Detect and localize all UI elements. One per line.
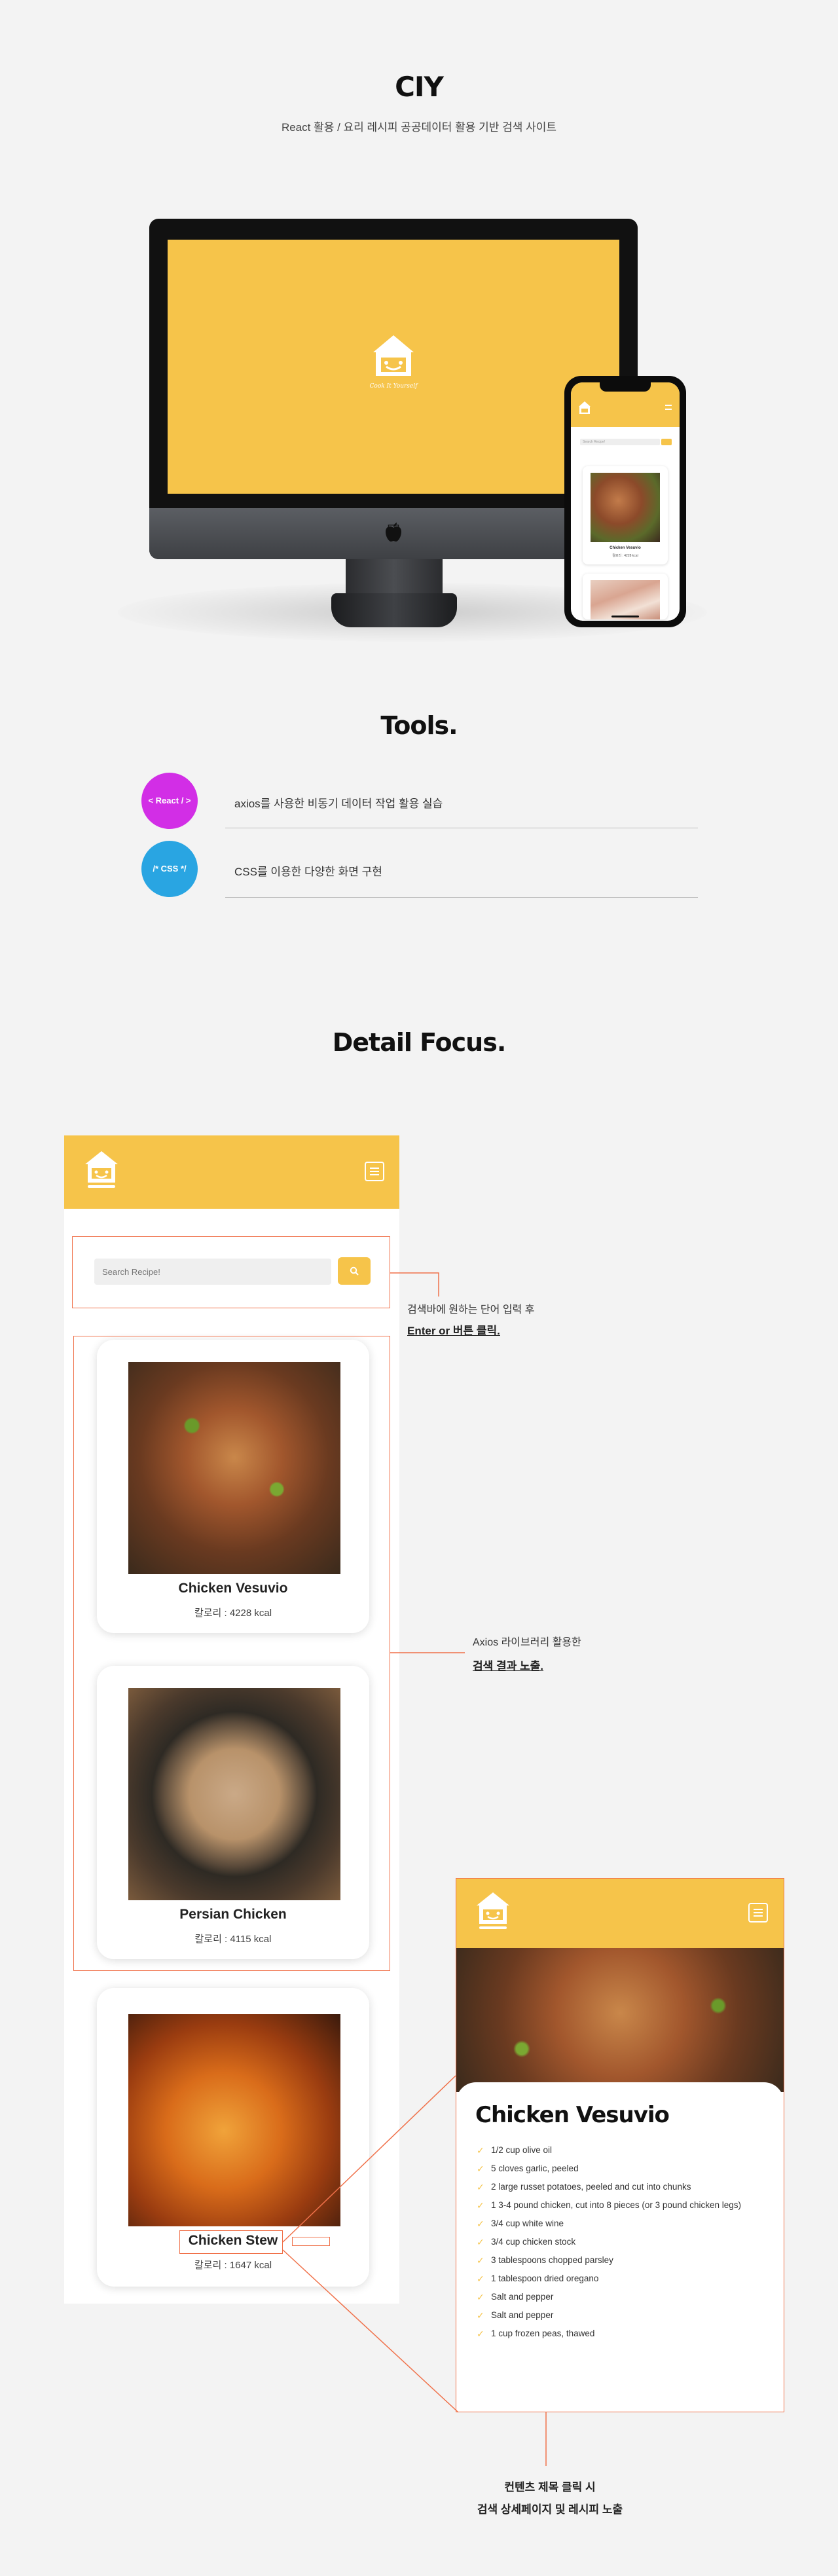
annotation-connectors <box>282 1272 547 2466</box>
annotation-results-strong: 검색 결과 노출. <box>473 1660 544 1672</box>
annotation-detail: 컨텐츠 제목 클릭 시 <box>504 2481 596 2493</box>
annotation-detail-2: 검색 상세페이지 및 레시피 노출 <box>477 2503 623 2516</box>
annotation-results: Axios 라이브러리 활용한 <box>473 1637 581 1648</box>
annotation-search: 검색바에 원하는 단어 입력 후 <box>407 1304 535 1316</box>
annotation-search-strong: Enter or 버튼 클릭. <box>407 1325 500 1337</box>
